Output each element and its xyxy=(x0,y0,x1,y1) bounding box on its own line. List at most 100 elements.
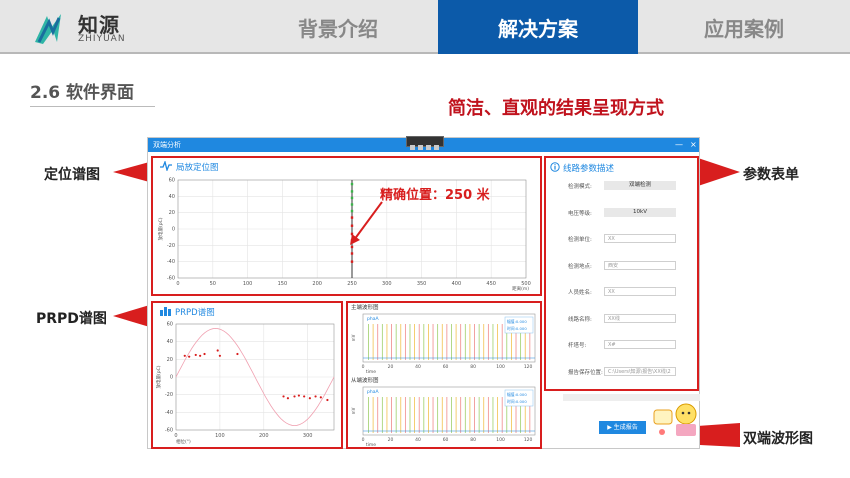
prpd-point xyxy=(194,353,197,357)
wave-info-text: 幅值:0.000 xyxy=(507,319,527,324)
window-title: 双端分析 xyxy=(153,141,181,149)
x-tick-label: 40 xyxy=(415,364,421,370)
software-window: 双端分析 — × 局放定位图 0 50 100 150 200 250 300 350 400 4… xyxy=(147,136,700,449)
prpd-panel-title: PRPD谱图 xyxy=(175,308,215,318)
y-tick-label: 60 xyxy=(167,322,173,328)
param-input[interactable]: XX xyxy=(604,234,676,243)
slave-waveform-chart[interactable]: 0 20 40 60 80 100 120 phaA 幅值:0.000 时间:0.000 mV tim… xyxy=(349,383,539,447)
prpd-point xyxy=(218,354,221,357)
param-label: 检测模式: xyxy=(568,184,592,190)
param-label: 检测地点: xyxy=(568,263,592,270)
x-tick-label: 0 xyxy=(362,437,365,443)
position-annotation: 精确位置：250 米 xyxy=(380,188,490,203)
annotation-arrow-icon xyxy=(350,201,383,245)
minimize-button[interactable]: — xyxy=(675,138,683,152)
param-input[interactable]: C:\Users\知源\报告\XX线\2 xyxy=(604,366,676,376)
prpd-point xyxy=(319,396,322,399)
y-tick-label: 60 xyxy=(169,178,175,184)
prpd-point xyxy=(199,354,202,357)
x-tick-label: 50 xyxy=(210,281,216,287)
y-axis-label: mV xyxy=(351,334,356,341)
locate-point xyxy=(350,190,354,193)
x-axis-label: time xyxy=(366,442,376,447)
y-tick-label: 40 xyxy=(169,194,175,200)
wave-legend: phaA xyxy=(367,389,379,395)
generate-report-button[interactable]: ▶ 生成报告 xyxy=(599,421,646,434)
params-panel-title: 线路参数描述 xyxy=(563,164,615,174)
param-input[interactable]: 西安 xyxy=(604,260,676,270)
param-input[interactable]: XX xyxy=(604,287,676,296)
x-tick-label: 20 xyxy=(388,437,394,443)
x-tick-label: 400 xyxy=(452,281,462,287)
wave-legend: phaA xyxy=(367,316,379,322)
x-tick-label: 0 xyxy=(176,281,179,287)
prpd-point xyxy=(216,349,219,352)
prpd-point xyxy=(303,395,306,398)
wave-info-text: 幅值:0.000 xyxy=(507,392,527,397)
param-input[interactable]: XX线 xyxy=(604,313,676,323)
x-tick-label: 120 xyxy=(524,364,533,370)
prpd-point xyxy=(308,397,311,400)
x-tick-label: 0 xyxy=(362,364,365,370)
y-tick-label: 20 xyxy=(167,357,173,363)
x-axis-label: 相位(°) xyxy=(176,438,191,445)
callout-arrow-right-icon xyxy=(698,158,740,186)
x-tick-label: 80 xyxy=(470,437,476,443)
section-underline xyxy=(30,106,155,107)
generate-report-label: 生成报告 xyxy=(613,424,638,431)
locate-point xyxy=(350,260,354,263)
prpd-point xyxy=(314,395,317,398)
pulse-icon xyxy=(160,161,172,171)
toolbar-icons-icon xyxy=(410,145,439,150)
play-icon: ▶ xyxy=(607,424,612,431)
y-tick-label: -40 xyxy=(165,410,173,416)
prpd-point xyxy=(293,395,296,398)
param-label: 杆塔号: xyxy=(568,343,587,349)
param-label: 检测单位: xyxy=(568,237,592,243)
logo-subtext: ZHIYUAN xyxy=(78,34,126,44)
y-axis-label: 放电量(pC) xyxy=(157,217,164,240)
toolbar-widget[interactable] xyxy=(406,136,444,150)
tab-cases[interactable]: 应用案例 xyxy=(638,0,850,54)
x-tick-label: 100 xyxy=(496,437,505,443)
wave-info-text: 时间:0.000 xyxy=(507,326,527,331)
wave-info-text: 时间:0.000 xyxy=(507,399,527,404)
param-select[interactable]: 双端检测 xyxy=(604,181,676,190)
x-tick-label: 200 xyxy=(312,281,322,287)
prpd-point xyxy=(183,354,186,357)
x-tick-label: 80 xyxy=(470,364,476,370)
top-nav-bar: 知源 ZHIYUAN 背景介绍 解决方案 应用案例 xyxy=(0,0,850,54)
x-axis-label: time xyxy=(366,369,376,374)
locate-point xyxy=(350,182,354,186)
x-tick-label: 300 xyxy=(382,281,392,287)
x-tick-label: 100 xyxy=(243,281,253,287)
y-tick-label: -60 xyxy=(167,276,175,282)
callout-params: 参数表单 xyxy=(743,167,799,183)
locate-point xyxy=(350,252,354,255)
y-tick-label: 20 xyxy=(169,210,175,216)
x-tick-label: 300 xyxy=(303,433,313,439)
bar-chart-icon xyxy=(160,307,171,316)
y-tick-label: 40 xyxy=(167,339,173,345)
param-select[interactable]: 10kV xyxy=(604,207,676,217)
x-axis-label: 距离(m) xyxy=(512,285,529,292)
y-axis-label: mV xyxy=(351,407,356,414)
master-waveform-chart[interactable]: 0 20 40 60 80 100 120 phaA 幅值:0.000 时间:0.000 mV tim… xyxy=(349,310,539,374)
callout-waveform: 双端波形图 xyxy=(743,431,813,447)
x-tick-label: 60 xyxy=(443,437,449,443)
params-panel xyxy=(544,156,699,391)
y-tick-label: -20 xyxy=(165,392,173,398)
slogan-text: 简洁、直观的结果呈现方式 xyxy=(448,98,664,119)
close-button[interactable]: × xyxy=(690,138,697,152)
info-icon xyxy=(550,162,560,172)
y-tick-label: 0 xyxy=(172,227,175,233)
x-tick-label: 120 xyxy=(524,437,533,443)
x-tick-label: 0 xyxy=(174,433,177,439)
param-input[interactable]: X# xyxy=(604,340,676,349)
tab-background[interactable]: 背景介绍 xyxy=(238,0,438,54)
tab-solution[interactable]: 解决方案 xyxy=(438,0,638,54)
callout-locate: 定位谱图 xyxy=(44,167,100,183)
prpd-chart[interactable]: 0 100 200 3006040200-20-40-60放电量(pC)相位(°) xyxy=(154,318,340,446)
callout-prpd: PRPD谱图 xyxy=(36,311,107,327)
x-tick-label: 250 xyxy=(347,281,357,287)
